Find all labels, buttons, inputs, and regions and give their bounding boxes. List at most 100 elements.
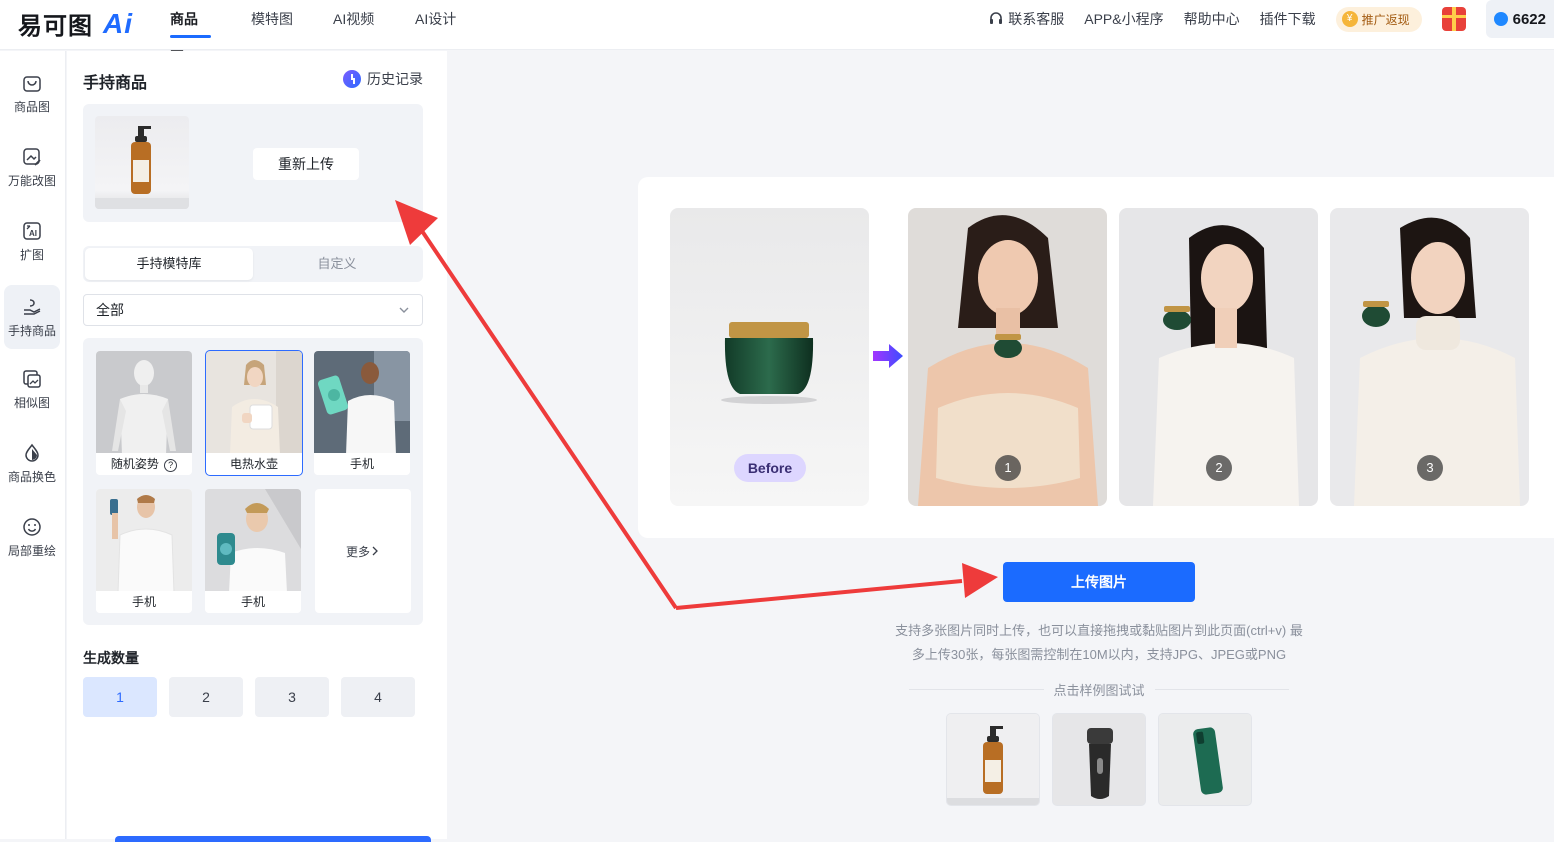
model-card-caption: 手机 bbox=[96, 591, 192, 613]
upload-hint-line-1: 支持多张图片同时上传，也可以直接拖拽或黏贴图片到此页面(ctrl+v) 最 bbox=[895, 623, 1303, 638]
man-selfie-image bbox=[96, 489, 192, 593]
gift-icon[interactable] bbox=[1441, 7, 1466, 31]
history-button[interactable]: 历史记录 bbox=[343, 69, 423, 89]
nav-ai-design[interactable]: AI设计 bbox=[415, 0, 457, 50]
sample-section-title: 点击样例图试试 bbox=[909, 680, 1290, 698]
model-card-caption: 手机 bbox=[314, 453, 410, 475]
logo-ai: Ai bbox=[103, 7, 133, 39]
model-card-phone-2[interactable]: 手机 bbox=[96, 489, 192, 613]
logo[interactable]: 易可图 Ai bbox=[18, 6, 133, 41]
sample-image-shaver[interactable] bbox=[1052, 713, 1146, 806]
upload-hint: 支持多张图片同时上传，也可以直接拖拽或黏贴图片到此页面(ctrl+v) 最 多上… bbox=[860, 619, 1338, 667]
rail-item-local-redraw[interactable]: 局部重绘 bbox=[4, 505, 60, 569]
credits-badge[interactable]: 6622 bbox=[1485, 0, 1554, 38]
left-rail: 商品图 万能改图 AI 扩图 手持商品 相似图 商品换色 局部重绘 bbox=[0, 51, 66, 839]
promo-button[interactable]: ¥ 推广返现 bbox=[1335, 6, 1422, 32]
image-edit-icon bbox=[23, 147, 41, 166]
man-with-phone-image bbox=[314, 351, 410, 455]
nav-product-image[interactable]: 商品图 bbox=[170, 0, 211, 65]
similar-image-icon bbox=[23, 369, 41, 388]
result-number-badge: 1 bbox=[995, 455, 1021, 481]
result-example-1: 1 bbox=[908, 208, 1107, 506]
logo-text: 易可图 bbox=[18, 13, 93, 40]
man-holding-phone-image bbox=[205, 489, 301, 593]
lightning-icon bbox=[1493, 12, 1508, 26]
count-option-2[interactable]: 2 bbox=[169, 677, 243, 717]
model-card-caption: 手机 bbox=[205, 591, 301, 613]
rail-item-recolor[interactable]: 商品换色 bbox=[4, 431, 60, 495]
plugin-link[interactable]: 插件下载 bbox=[1260, 9, 1316, 29]
result-number-badge: 2 bbox=[1206, 455, 1232, 481]
rail-item-similar-image[interactable]: 相似图 bbox=[4, 357, 60, 421]
upload-image-button[interactable]: 上传图片 bbox=[1003, 562, 1195, 602]
example-showcase: Before 1 2 3 bbox=[638, 177, 1554, 538]
chevron-down-icon bbox=[399, 307, 409, 313]
count-option-3[interactable]: 3 bbox=[255, 677, 329, 717]
more-models-button[interactable]: 更多 bbox=[315, 489, 411, 613]
shaver-image bbox=[1053, 714, 1145, 805]
model-card-random-pose[interactable]: 随机姿势 ? bbox=[96, 351, 192, 475]
top-nav: 商品图 模特图 AI视频 AI设计 bbox=[170, 0, 457, 65]
model-card-phone-1[interactable]: 手机 bbox=[314, 351, 410, 475]
count-option-1[interactable]: 1 bbox=[83, 677, 157, 717]
rail-item-product-image[interactable]: 商品图 bbox=[4, 61, 60, 125]
model-card-phone-3[interactable]: 手机 bbox=[205, 489, 301, 613]
rail-item-universal-edit[interactable]: 万能改图 bbox=[4, 135, 60, 199]
nav-ai-video[interactable]: AI视频 bbox=[333, 0, 375, 50]
help-link[interactable]: 帮助中心 bbox=[1184, 9, 1240, 29]
help-circle-icon[interactable]: ? bbox=[164, 459, 178, 472]
category-select-value: 全部 bbox=[96, 302, 124, 318]
woman-with-kettle-image bbox=[206, 351, 302, 455]
mannequin-image bbox=[96, 351, 192, 455]
upload-hint-line-2: 多上传30张，每张图需控制在10M以内，支持JPG、JPEG或PNG bbox=[911, 647, 1287, 662]
more-label: 更多 bbox=[345, 544, 370, 559]
annotation-arrow-line bbox=[675, 579, 963, 610]
tab-model-library[interactable]: 手持模特库 bbox=[85, 248, 253, 280]
bag-icon bbox=[23, 75, 41, 92]
panel-title: 手持商品 bbox=[83, 75, 148, 92]
pump-bottle-image bbox=[947, 714, 1039, 805]
result-number-badge: 3 bbox=[1417, 455, 1443, 481]
app-link[interactable]: APP&小程序 bbox=[1084, 9, 1163, 29]
top-bar: 易可图 Ai 商品图 模特图 AI视频 AI设计 联系客服 APP&小程序 帮助… bbox=[0, 0, 1554, 65]
model-card-caption: 随机姿势 ? bbox=[96, 453, 192, 475]
random-pose-label: 随机姿势 bbox=[110, 457, 159, 471]
smile-icon bbox=[23, 517, 41, 536]
top-right-tools: 联系客服 APP&小程序 帮助中心 插件下载 ¥ 推广返现 6622 bbox=[988, 0, 1554, 38]
support-label: 联系客服 bbox=[1008, 11, 1065, 27]
rail-label: 扩图 bbox=[19, 247, 44, 262]
model-source-tabs: 手持模特库 自定义 bbox=[83, 246, 423, 282]
support-link[interactable]: 联系客服 bbox=[988, 9, 1064, 29]
tab-custom[interactable]: 自定义 bbox=[253, 248, 421, 280]
expand-ai-icon: AI bbox=[23, 221, 41, 240]
rail-label: 局部重绘 bbox=[7, 543, 56, 558]
coin-icon: ¥ bbox=[1341, 11, 1358, 27]
color-drop-icon bbox=[25, 443, 39, 462]
reupload-button[interactable]: 重新上传 bbox=[253, 148, 359, 180]
rail-item-expand[interactable]: AI 扩图 bbox=[4, 209, 60, 273]
result-example-3: 3 bbox=[1330, 208, 1529, 506]
generate-button-edge[interactable] bbox=[115, 836, 431, 842]
history-clock-icon bbox=[343, 70, 361, 88]
before-example: Before bbox=[670, 208, 869, 506]
sample-image-phone[interactable] bbox=[1158, 713, 1252, 806]
rail-item-hand-product[interactable]: 手持商品 bbox=[4, 285, 60, 349]
model-card-kettle[interactable]: 电热水壶 bbox=[205, 350, 303, 476]
sample-image-pump-bottle[interactable] bbox=[946, 713, 1040, 806]
rail-label: 相似图 bbox=[13, 395, 50, 410]
nav-model-image[interactable]: 模特图 bbox=[251, 0, 293, 50]
divider bbox=[909, 688, 1044, 690]
sample-title-label: 点击样例图试试 bbox=[1053, 682, 1145, 698]
svg-text:AI: AI bbox=[29, 229, 37, 238]
rail-label: 手持商品 bbox=[7, 323, 56, 338]
rail-label: 万能改图 bbox=[7, 173, 56, 188]
count-option-4[interactable]: 4 bbox=[341, 677, 415, 717]
chevron-right-icon bbox=[372, 546, 378, 556]
category-select[interactable]: 全部 bbox=[83, 294, 423, 326]
credits-value: 6622 bbox=[1512, 10, 1546, 28]
uploaded-product-box: 重新上传 bbox=[83, 104, 423, 222]
model-grid: 随机姿势 ? 电热水壶 手机 手机 手机 更多 bbox=[83, 338, 423, 625]
annotation-arrowhead bbox=[962, 563, 998, 598]
generate-count-label: 生成数量 bbox=[83, 650, 139, 666]
result-example-2: 2 bbox=[1119, 208, 1318, 506]
